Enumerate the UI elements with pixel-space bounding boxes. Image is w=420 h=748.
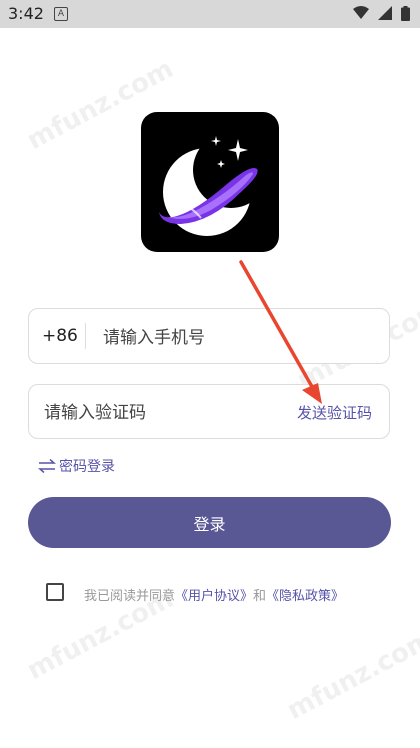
password-login-label: 密码登录: [59, 459, 115, 475]
wifi-icon: [352, 6, 369, 19]
code-field: 发送验证码: [28, 384, 390, 439]
swap-icon: [38, 459, 56, 473]
agreement-conjunction: 和: [253, 589, 267, 604]
agreement-text: 我已阅读并同意《用户协议》和《隐私政策》: [84, 585, 344, 604]
watermark: mfunz.com: [282, 624, 420, 726]
status-time: 3:42: [8, 4, 44, 23]
user-agreement-link[interactable]: 《用户协议》: [175, 589, 253, 604]
battery-icon: [401, 6, 410, 21]
send-code-button[interactable]: 发送验证码: [297, 402, 372, 423]
agreement-prefix: 我已阅读并同意: [84, 589, 176, 604]
password-login-link[interactable]: 密码登录: [38, 456, 115, 476]
verification-code-input[interactable]: [42, 398, 266, 428]
notification-icon: A: [54, 7, 68, 21]
privacy-policy-link[interactable]: 《隐私政策》: [266, 589, 344, 604]
agreement-row: 我已阅读并同意《用户协议》和《隐私政策》: [46, 583, 386, 605]
agreement-checkbox[interactable]: [46, 583, 64, 601]
app-logo: [141, 112, 279, 252]
status-bar: 3:42 A: [0, 0, 420, 28]
status-icons: [349, 6, 410, 25]
moon-stars-icon: [159, 132, 269, 236]
country-code[interactable]: +86: [42, 326, 78, 346]
phone-input[interactable]: [101, 323, 375, 353]
phone-field: +86: [28, 308, 390, 364]
field-divider: [85, 323, 86, 349]
signal-icon: [377, 6, 392, 20]
login-button[interactable]: 登录: [28, 497, 391, 548]
